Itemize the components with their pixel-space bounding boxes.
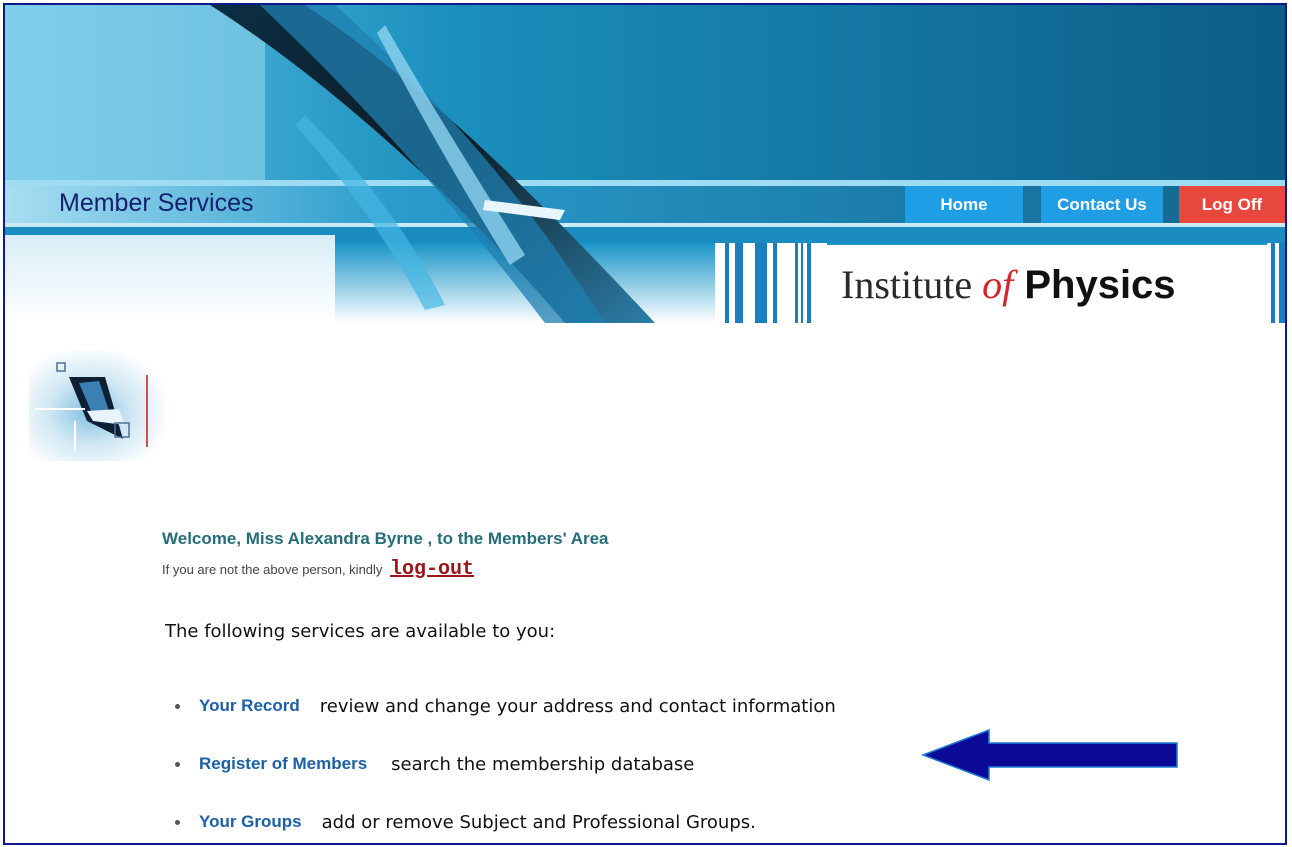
- not-you-text: If you are not the above person, kindly: [162, 562, 383, 577]
- institute-of-physics-logo[interactable]: Institute of Physics: [841, 261, 1176, 308]
- left-arrow-icon: [921, 729, 1178, 781]
- service-item-your-record: Your Record review and change your addre…: [175, 677, 836, 735]
- logout-link[interactable]: log-out: [390, 558, 474, 581]
- service-description: review and change your address and conta…: [319, 695, 836, 717]
- bullet-icon: [175, 703, 180, 709]
- nav-log-off-button[interactable]: Log Off: [1179, 186, 1285, 223]
- logo-stripes: [715, 243, 827, 323]
- service-item-register-of-members: Register of Members search the membershi…: [175, 735, 836, 793]
- your-record-link[interactable]: Your Record: [199, 696, 300, 716]
- bullet-icon: [175, 761, 180, 767]
- site-title: Member Services: [59, 189, 254, 217]
- nav-contact-us-button[interactable]: Contact Us: [1041, 186, 1163, 223]
- page-frame: Member Services Home Contact Us Log Off …: [3, 3, 1287, 845]
- logo-stripes-right: [1267, 243, 1285, 323]
- nav-home-button[interactable]: Home: [905, 186, 1023, 223]
- service-description: search the membership database: [391, 753, 695, 775]
- services-intro: The following services are available to …: [165, 621, 556, 642]
- services-list: Your Record review and change your addre…: [175, 677, 836, 843]
- bullet-icon: [175, 819, 180, 825]
- service-description: add or remove Subject and Professional G…: [321, 811, 756, 833]
- register-of-members-link[interactable]: Register of Members: [199, 754, 367, 774]
- iop-emblem-icon: [29, 351, 165, 461]
- service-item-your-groups: Your Groups add or remove Subject and Pr…: [175, 793, 836, 843]
- logo-word-of: of: [982, 262, 1014, 307]
- not-you-notice: If you are not the above person, kindly …: [162, 558, 474, 581]
- logo-word-physics: Physics: [1013, 263, 1176, 307]
- your-groups-link[interactable]: Your Groups: [199, 812, 302, 832]
- header-banner: Member Services Home Contact Us Log Off …: [5, 5, 1285, 323]
- logo-word-institute: Institute: [841, 262, 983, 307]
- welcome-message: Welcome, Miss Alexandra Byrne , to the M…: [162, 529, 609, 548]
